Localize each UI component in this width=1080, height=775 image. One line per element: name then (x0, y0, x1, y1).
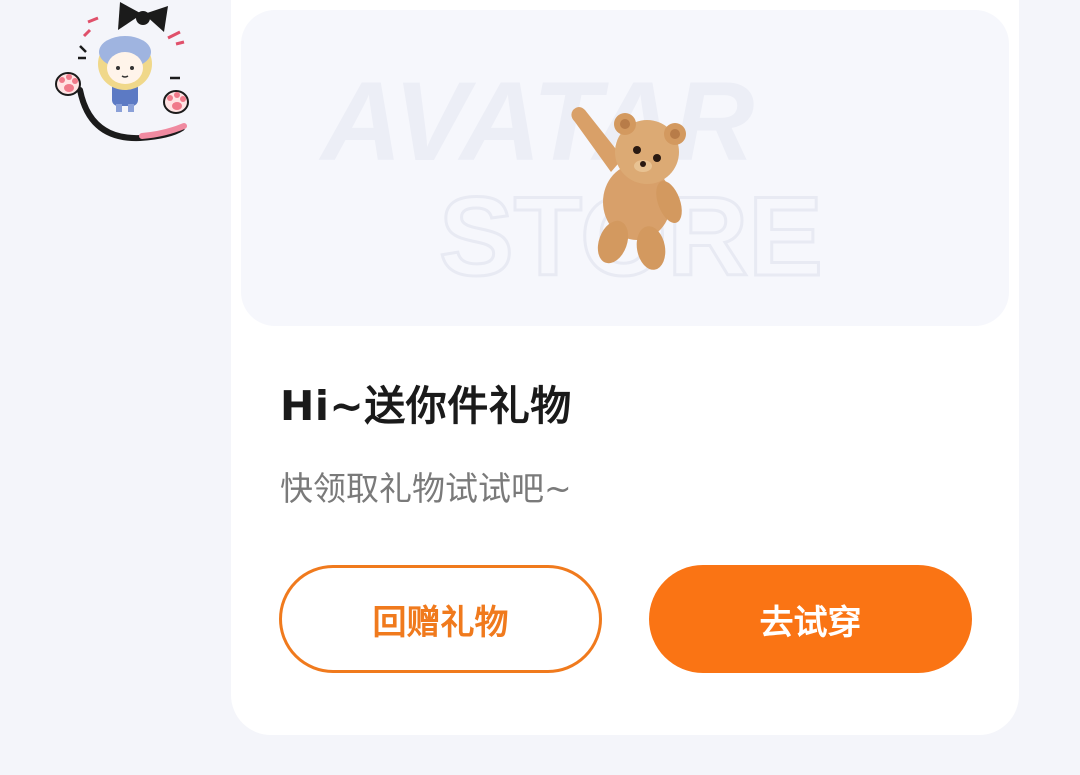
gift-title: Hi~送你件礼物 (280, 382, 572, 430)
return-gift-label: 回赠礼物 (372, 602, 509, 643)
gift-banner: AVATAR STORE (241, 10, 1009, 326)
gift-card: AVATAR STORE (231, 0, 1019, 735)
gift-subtitle: 快领取礼物试试吧~ (280, 469, 572, 508)
return-gift-button[interactable]: 回赠礼物 (279, 565, 602, 673)
try-on-label: 去试穿 (759, 602, 862, 643)
teddy-bear-icon (571, 107, 686, 270)
avatar[interactable] (50, 0, 200, 160)
gift-screen: AVATAR STORE (0, 0, 1080, 775)
try-on-button[interactable]: 去试穿 (649, 565, 972, 673)
